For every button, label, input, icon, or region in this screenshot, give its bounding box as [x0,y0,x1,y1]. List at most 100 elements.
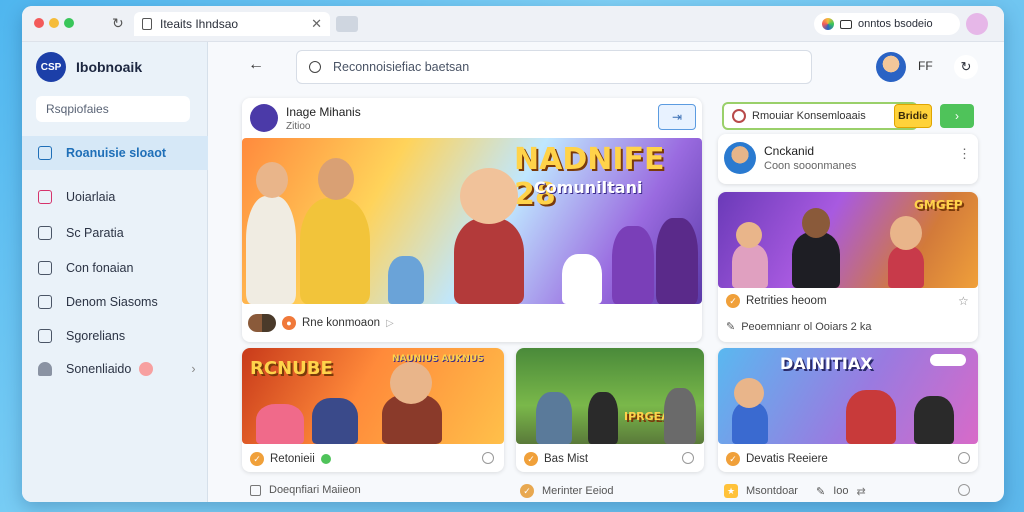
user-avatar[interactable] [876,52,906,82]
right-post-card[interactable]: GMGEP ✓ Retrities heoom ☆ ✎ Peoemnianr o… [718,192,978,342]
tab-title: Iteaits Ihndsao [160,17,239,31]
grid-image-2[interactable]: DAINITIAX [718,348,978,444]
grid-footer-1[interactable]: ✓ Merinter Eeiod [520,484,614,498]
logo-icon: CSP [36,52,66,82]
sidebar-item-label: Sonenliaido [66,362,132,376]
flag-icon: ● [282,316,296,330]
profile-avatar[interactable] [966,13,988,35]
play-badge-icon [139,362,154,376]
info-icon[interactable] [958,452,970,464]
post-title: Inage Mihanis [286,105,361,119]
share-icon[interactable]: ⇄ [857,485,866,498]
edit-icon[interactable]: ✎ [816,485,825,498]
grid-overlay-title-0: RCNUBE [250,358,333,379]
bookmark-icon[interactable]: ☆ [958,294,969,308]
person-figure [656,218,698,304]
right-post-title: Retrities heoom [746,295,827,307]
grid-card-0[interactable]: RCNUBE NAUNIUS AUKNUS ✓ Retonieii [242,348,504,472]
grid-footer-text-0: Doeqnfiari Maiieon [269,484,361,496]
compare-icon[interactable]: ⇥ [658,104,696,130]
creator-card[interactable]: Cnckanid Coon sooonmanes ⋮ [718,134,978,184]
status-dot-icon [320,454,331,464]
sidebar-item-5[interactable]: Sgorelians [22,319,208,353]
chevron-right-icon[interactable]: › [940,104,974,128]
person-figure [888,246,924,288]
search-icon [309,61,321,73]
grid-overlay-title-2: DAINITIAX [780,354,873,373]
sidebar-item-3[interactable]: Con fonaian [22,251,208,285]
grid-footer-0[interactable]: Doeqnfiari Maiieon [250,484,361,496]
grid-title-2: Devatis Reeiere [746,453,828,465]
post-subtitle: Zitioo [286,121,311,132]
edit-image-icon [38,190,52,204]
sidebar-item-2[interactable]: Sc Paratia [22,216,208,250]
person-figure [562,254,602,304]
person-figure [256,404,304,444]
verified-icon: ✓ [726,452,740,466]
user-icon [38,362,52,376]
sidebar-search-input[interactable]: Rsqpiofaies [36,96,190,122]
badge-icon [732,109,746,123]
promo-input[interactable]: Rmouiar Konsemloaais [722,102,918,130]
more-options-icon[interactable]: ⋮ [958,146,971,162]
collapse-icon[interactable]: › [191,362,195,376]
person-figure [612,226,654,304]
maximize-window-button[interactable] [64,18,74,28]
channel-avatar[interactable] [250,104,278,132]
help-icon[interactable] [958,484,970,496]
right-post-meta: ✓ Retrities heoom [726,294,827,308]
browser-window: ↻ Iteaits Ihndsao ✕ onntos bsodeio CSP I… [22,6,1004,502]
sidebar-item-label: Denom Siasoms [66,295,158,309]
new-tab-button[interactable] [336,16,358,32]
grid-footer-2[interactable]: ★ Msontdoar ✎ Ioo ⇄ [724,484,866,498]
featured-meta-label: Rne konmoaon [302,317,380,329]
site-icon [822,18,834,30]
sidebar-item-1[interactable]: Uoiarlaia [22,180,208,214]
featured-overlay-sub: Comuniltani [534,178,643,197]
info-icon[interactable] [482,452,494,464]
verified-icon: ✓ [726,294,740,308]
back-arrow-icon[interactable]: ← [248,56,264,74]
list-icon [38,329,52,343]
close-window-button[interactable] [34,18,44,28]
monitor-icon [38,261,52,275]
creator-name: Cnckanid [764,144,815,158]
person-figure [388,256,424,304]
clipboard-icon [38,146,52,160]
play-icon[interactable]: ▷ [386,318,394,329]
address-bar[interactable]: onntos bsodeio [814,13,960,35]
verified-icon: ✓ [520,484,534,498]
info-icon[interactable] [682,452,694,464]
user-label[interactable]: FF [918,59,933,73]
person-head [390,362,432,404]
creator-avatar[interactable] [724,142,756,174]
grid-card-2[interactable]: DAINITIAX ✓ Devatis Reeiere [718,348,978,472]
person-figure [536,392,572,444]
sidebar-item-label: Roanuisie sloaot [66,146,167,160]
calendar-icon [250,484,261,496]
edit-icon[interactable]: ✎ [726,320,735,333]
sidebar-item-6[interactable]: Sonenliaido › [22,352,208,386]
minimize-window-button[interactable] [49,18,59,28]
sidebar-item-4[interactable]: Denom Siasoms [22,285,208,319]
sidebar-item-label: Uoiarlaia [66,190,116,204]
brand-name: Ibobnoaik [76,59,143,75]
promo-button[interactable]: Bridie [894,104,932,128]
grid-image-1[interactable]: IPRGEAID [516,348,704,444]
right-post-image[interactable]: GMGEP [718,192,978,288]
brand[interactable]: CSP Ibobnoaik [36,52,142,82]
close-tab-icon[interactable]: ✕ [311,16,322,32]
grid-card-1[interactable]: IPRGEAID ✓ Bas Mist [516,348,704,472]
refresh-icon[interactable]: ↻ [112,15,124,32]
featured-overlay-title: NADNIFE 28 [514,142,665,212]
grid-image-0[interactable]: RCNUBE NAUNIUS AUKNUS [242,348,504,444]
search-input[interactable]: Reconnoisiefiac baetsan [296,50,812,84]
refresh-sync-icon[interactable]: ↻ [954,55,978,79]
document-icon [38,226,52,240]
person-head [802,208,830,238]
browser-tab[interactable]: Iteaits Ihndsao ✕ [134,12,330,36]
sidebar-item-0[interactable]: Roanuisie sloaot [22,136,208,170]
featured-image[interactable]: NADNIFE 28 Comuniltani [242,138,702,304]
featured-post-card[interactable]: Inage Mihanis Zitioo ⇥ NADNIFE 28 Comuni… [242,98,702,342]
person-head [460,168,518,224]
